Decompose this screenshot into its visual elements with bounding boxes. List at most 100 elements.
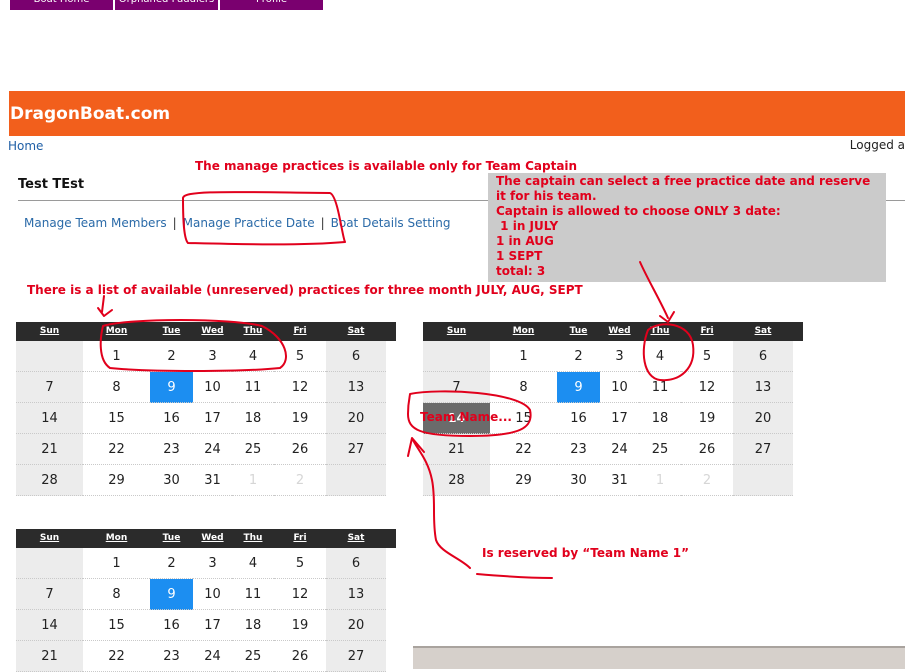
calendar-day[interactable]: 23: [557, 434, 600, 465]
calendar-day[interactable]: 25: [639, 434, 681, 465]
calendar-day[interactable]: 1: [490, 341, 557, 372]
calendar-day[interactable]: 18: [232, 610, 274, 641]
calendar-day[interactable]: 25: [232, 641, 274, 672]
calendar-day[interactable]: 12: [681, 372, 733, 403]
calendar-day[interactable]: 9: [150, 372, 193, 403]
tab-profile[interactable]: Profile: [220, 0, 323, 10]
calendar-day[interactable]: 17: [193, 403, 232, 434]
calendar-day[interactable]: 13: [326, 579, 386, 610]
calendar-day: 1: [232, 465, 274, 496]
calendar-day[interactable]: 20: [326, 610, 386, 641]
calendar-day[interactable]: 17: [193, 610, 232, 641]
calendar-day[interactable]: 29: [490, 465, 557, 496]
calendar-day[interactable]: 8: [83, 579, 150, 610]
calendar-day[interactable]: 26: [274, 434, 326, 465]
calendar-day[interactable]: 15: [83, 610, 150, 641]
calendar-day[interactable]: 16: [150, 403, 193, 434]
calendar-weekday-header: Sun Mon Tue Wed Thu Fri Sat: [16, 322, 396, 341]
calendar-day[interactable]: 20: [326, 403, 386, 434]
calendar-day[interactable]: 21: [16, 434, 83, 465]
calendar-day[interactable]: 3: [193, 548, 232, 579]
calendar-day[interactable]: 21: [423, 434, 490, 465]
calendar-day[interactable]: 8: [83, 372, 150, 403]
calendar-day[interactable]: 19: [681, 403, 733, 434]
calendar-day[interactable]: 24: [193, 434, 232, 465]
calendar-day[interactable]: 6: [326, 548, 386, 579]
tab-orphaned-paddlers[interactable]: Orphaned Paddlers: [115, 0, 218, 10]
calendar-day[interactable]: 6: [733, 341, 793, 372]
calendar-day[interactable]: 3: [193, 341, 232, 372]
tab-boat-home[interactable]: Boat Home: [10, 0, 113, 10]
calendar-day[interactable]: 5: [681, 341, 733, 372]
calendar-day[interactable]: 7: [16, 372, 83, 403]
calendar-day[interactable]: 6: [326, 341, 386, 372]
calendar-day[interactable]: 2: [150, 341, 193, 372]
calendar-day[interactable]: 14: [16, 403, 83, 434]
calendar-day[interactable]: 7: [16, 579, 83, 610]
calendar-day[interactable]: 11: [232, 372, 274, 403]
calendar-day[interactable]: 9: [557, 372, 600, 403]
calendar-day[interactable]: 18: [639, 403, 681, 434]
calendar-day[interactable]: 24: [600, 434, 639, 465]
calendar-day[interactable]: 31: [193, 465, 232, 496]
nav-manage-team-members[interactable]: Manage Team Members: [24, 216, 167, 230]
calendar-day[interactable]: 5: [274, 341, 326, 372]
calendar-day[interactable]: 23: [150, 641, 193, 672]
calendar-day[interactable]: 21: [16, 641, 83, 672]
calendar-day[interactable]: 4: [639, 341, 681, 372]
calendar-day[interactable]: 11: [639, 372, 681, 403]
calendar-day[interactable]: 10: [193, 372, 232, 403]
nav-boat-details-setting[interactable]: Boat Details Setting: [331, 216, 451, 230]
calendar-day[interactable]: 18: [232, 403, 274, 434]
footer-strip: [413, 646, 905, 669]
calendar-day[interactable]: 27: [326, 434, 386, 465]
calendar-day[interactable]: 5: [274, 548, 326, 579]
calendar-day[interactable]: 10: [193, 579, 232, 610]
calendar-day[interactable]: 13: [733, 372, 793, 403]
calendar-day[interactable]: 1: [83, 548, 150, 579]
calendar-day[interactable]: 19: [274, 403, 326, 434]
calendar-day[interactable]: 20: [733, 403, 793, 434]
calendar-day[interactable]: 25: [232, 434, 274, 465]
calendar-day[interactable]: 2: [150, 548, 193, 579]
calendar-day[interactable]: 12: [274, 579, 326, 610]
calendar-day[interactable]: 17: [600, 403, 639, 434]
calendar-day[interactable]: 11: [232, 579, 274, 610]
calendar-day[interactable]: 16: [557, 403, 600, 434]
weekday-label: Thu: [243, 326, 263, 336]
calendar-day[interactable]: 4: [232, 341, 274, 372]
calendar-day[interactable]: 29: [83, 465, 150, 496]
calendar-day[interactable]: 26: [274, 641, 326, 672]
calendar-day[interactable]: 8: [490, 372, 557, 403]
nav-manage-practice-date[interactable]: Manage Practice Date: [183, 216, 315, 230]
calendar-day[interactable]: 14: [16, 610, 83, 641]
calendar-day[interactable]: 7: [423, 372, 490, 403]
calendar-day[interactable]: 13: [326, 372, 386, 403]
calendar-day[interactable]: 12: [274, 372, 326, 403]
weekday-label: Sun: [39, 533, 60, 543]
calendar-day[interactable]: 19: [274, 610, 326, 641]
calendar-day[interactable]: 27: [326, 641, 386, 672]
calendar-day[interactable]: 28: [423, 465, 490, 496]
calendar-day[interactable]: 2: [557, 341, 600, 372]
calendar-day[interactable]: 3: [600, 341, 639, 372]
calendar-day[interactable]: 16: [150, 610, 193, 641]
calendar-day[interactable]: 27: [733, 434, 793, 465]
site-title[interactable]: DragonBoat.com: [10, 104, 170, 124]
calendar-day[interactable]: 28: [16, 465, 83, 496]
calendar-day[interactable]: 24: [193, 641, 232, 672]
calendar-day[interactable]: 9: [150, 579, 193, 610]
calendar-day[interactable]: 4: [232, 548, 274, 579]
calendar-day[interactable]: 1: [83, 341, 150, 372]
calendar-day[interactable]: 10: [600, 372, 639, 403]
calendar-day[interactable]: 22: [83, 434, 150, 465]
calendar-day[interactable]: 31: [600, 465, 639, 496]
calendar-day[interactable]: 30: [150, 465, 193, 496]
calendar-day[interactable]: 22: [490, 434, 557, 465]
calendar-day[interactable]: 15: [83, 403, 150, 434]
calendar-day[interactable]: 30: [557, 465, 600, 496]
calendar-day[interactable]: 23: [150, 434, 193, 465]
home-link[interactable]: Home: [8, 139, 43, 153]
calendar-day[interactable]: 26: [681, 434, 733, 465]
calendar-day[interactable]: 22: [83, 641, 150, 672]
